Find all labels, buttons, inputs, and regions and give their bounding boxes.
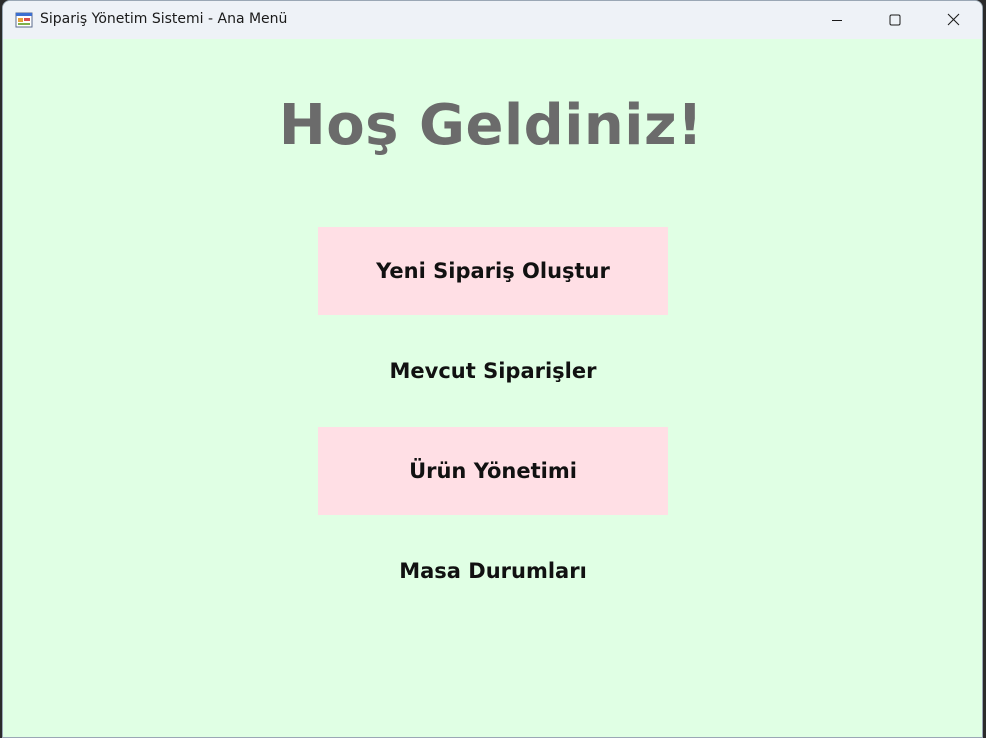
window-title: Sipariş Yönetim Sistemi - Ana Menü	[40, 11, 288, 27]
main-window: Sipariş Yönetim Sistemi - Ana Menü Hoş G…	[2, 0, 983, 738]
minimize-icon	[831, 11, 843, 30]
maximize-button[interactable]	[866, 1, 924, 39]
existing-orders-button[interactable]: Mevcut Siparişler	[318, 327, 668, 415]
table-status-button[interactable]: Masa Durumları	[318, 527, 668, 615]
minimize-button[interactable]	[808, 1, 866, 39]
new-order-button[interactable]: Yeni Sipariş Oluştur	[318, 227, 668, 315]
app-window-icon	[15, 11, 33, 29]
close-icon	[947, 11, 960, 30]
welcome-heading: Hoş Geldiniz!	[278, 93, 704, 158]
title-bar[interactable]: Sipariş Yönetim Sistemi - Ana Menü	[3, 1, 982, 39]
close-button[interactable]	[924, 1, 982, 39]
product-management-button[interactable]: Ürün Yönetimi	[318, 427, 668, 515]
maximize-icon	[889, 11, 901, 30]
